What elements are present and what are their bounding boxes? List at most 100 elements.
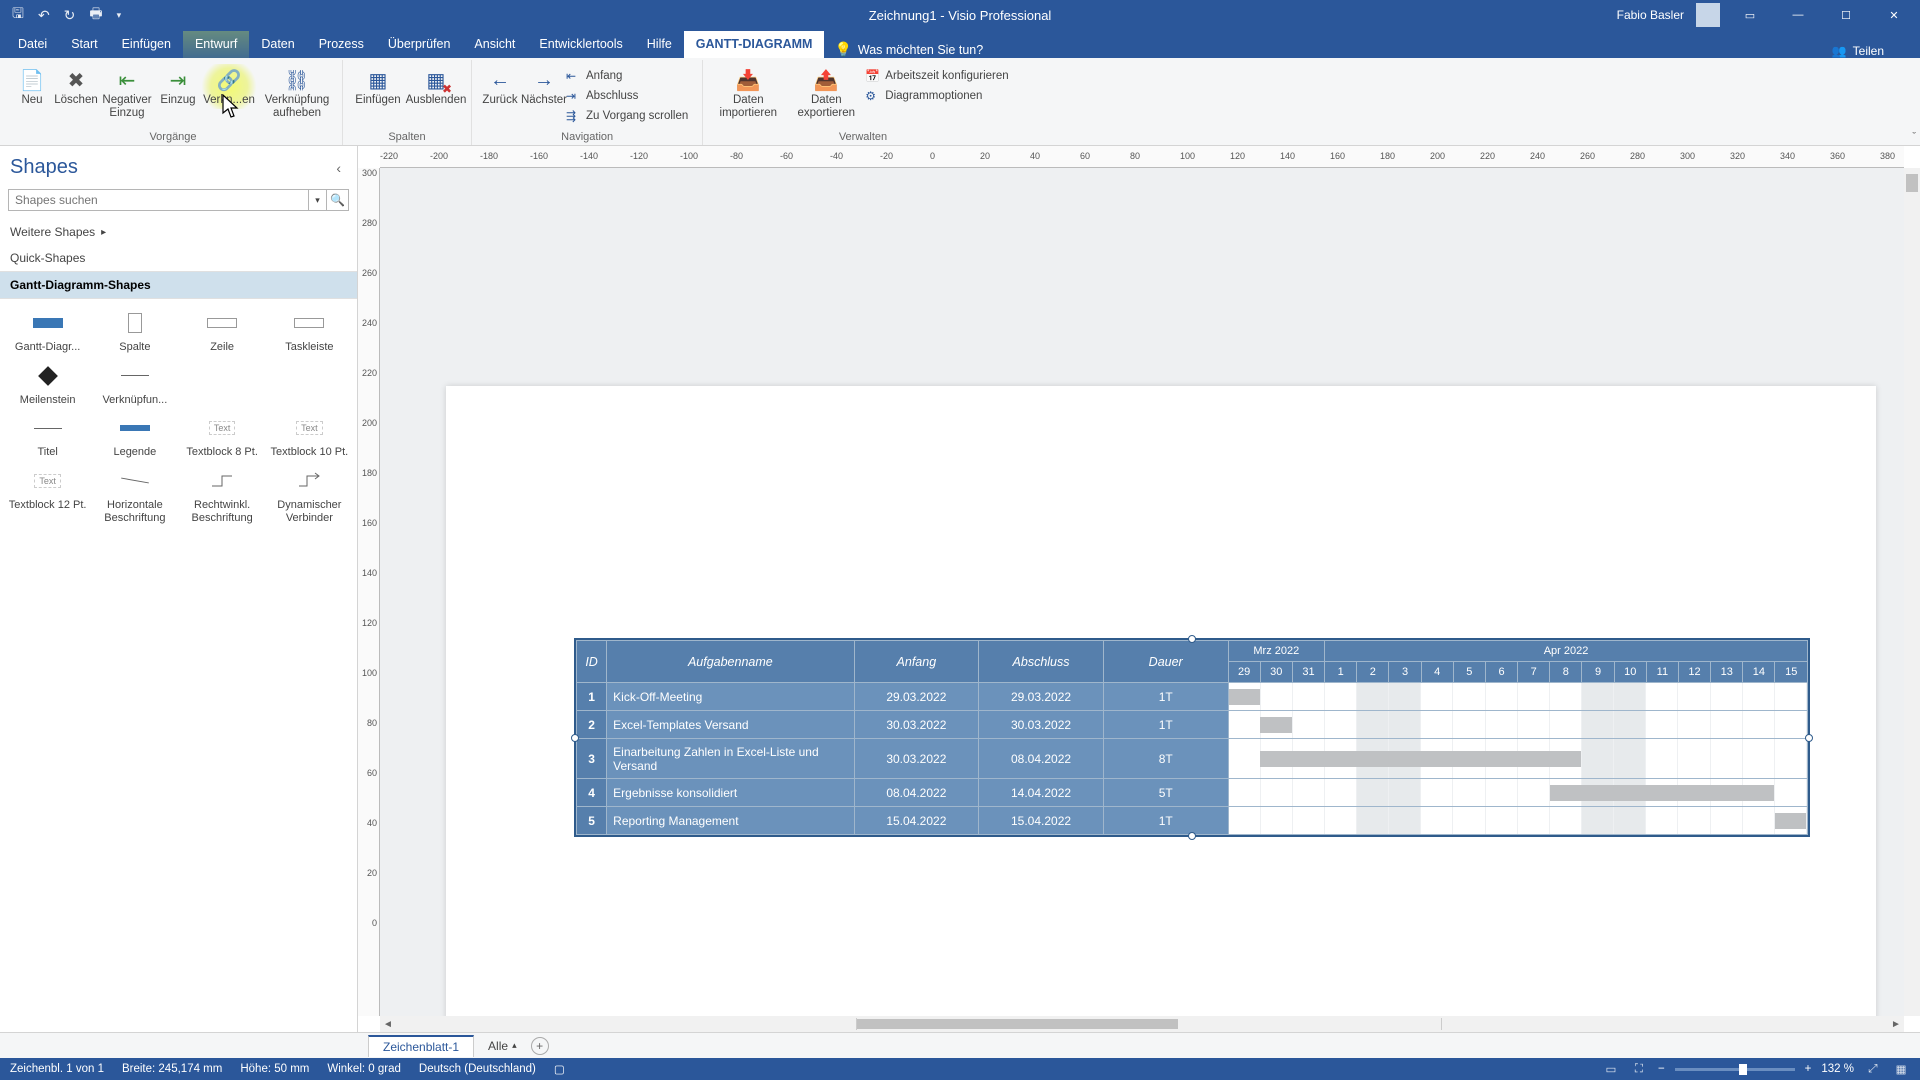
link-tasks-button[interactable]: 🔗Verkn...en xyxy=(200,64,258,109)
shape-textblock-10[interactable]: TextTextblock 10 Pt. xyxy=(266,414,353,459)
gantt-cell-id[interactable]: 5 xyxy=(577,807,607,835)
export-data-button[interactable]: 📤Daten exportieren xyxy=(787,64,865,122)
collapse-shapes-panel-icon[interactable]: ‹ xyxy=(336,160,341,176)
search-go-icon[interactable]: 🔍 xyxy=(327,189,349,211)
add-page-icon[interactable]: + xyxy=(531,1037,549,1055)
share-button[interactable]: 👥 Teilen xyxy=(1816,44,1900,58)
gantt-cell-id[interactable]: 2 xyxy=(577,711,607,739)
macro-recorder-icon[interactable]: ▢ xyxy=(554,1062,565,1076)
shape-row[interactable]: Zeile xyxy=(179,309,266,354)
shape-column[interactable]: Spalte xyxy=(91,309,178,354)
scroll-left-icon[interactable]: ◄ xyxy=(380,1019,396,1030)
presentation-mode-icon[interactable]: ▭ xyxy=(1602,1060,1620,1078)
shapes-search-input[interactable] xyxy=(8,189,309,211)
qat-customize-icon[interactable]: ▾ xyxy=(117,10,122,21)
table-row[interactable]: 1Kick-Off-Meeting29.03.202229.03.20221T xyxy=(577,683,1808,711)
gantt-bar[interactable] xyxy=(1260,717,1292,733)
gantt-cell-end[interactable]: 14.04.2022 xyxy=(979,779,1104,807)
gantt-timeline-cell[interactable] xyxy=(1228,683,1807,711)
gantt-cell-start[interactable]: 29.03.2022 xyxy=(854,683,979,711)
zoom-slider[interactable] xyxy=(1675,1068,1795,1071)
gantt-cell-duration[interactable]: 1T xyxy=(1103,711,1228,739)
tab-einfuegen[interactable]: Einfügen xyxy=(110,31,183,58)
outdent-button[interactable]: ⇤Negativer Einzug xyxy=(98,64,156,122)
selection-handle-bottom[interactable] xyxy=(1188,832,1196,840)
chart-options-button[interactable]: ⚙Diagrammoptionen xyxy=(865,86,1016,106)
working-time-button[interactable]: 📅Arbeitszeit konfigurieren xyxy=(865,66,1016,86)
gantt-cell-name[interactable]: Excel-Templates Versand xyxy=(607,711,854,739)
gantt-cell-duration[interactable]: 5T xyxy=(1103,779,1228,807)
tab-prozess[interactable]: Prozess xyxy=(307,31,376,58)
shape-right-angle-callout[interactable]: Rechtwinkl. Beschriftung xyxy=(179,467,266,524)
gantt-cell-end[interactable]: 29.03.2022 xyxy=(979,683,1104,711)
gantt-bar[interactable] xyxy=(1260,751,1581,767)
vertical-scrollbar-thumb[interactable] xyxy=(1906,174,1918,192)
ribbon-display-options-icon[interactable]: ▭ xyxy=(1732,0,1768,30)
zoom-in-icon[interactable]: + xyxy=(1805,1063,1812,1075)
tell-me-search[interactable]: 💡 Was möchten Sie tun? xyxy=(824,41,993,58)
tab-hilfe[interactable]: Hilfe xyxy=(635,31,684,58)
col-insert-button[interactable]: ▦Einfügen xyxy=(349,64,407,109)
minimize-icon[interactable]: — xyxy=(1780,0,1816,30)
zoom-slider-thumb[interactable] xyxy=(1739,1064,1747,1075)
zoom-level[interactable]: 132 % xyxy=(1821,1063,1854,1075)
close-icon[interactable]: ✕ xyxy=(1876,0,1912,30)
nav-back-button[interactable]: ←Zurück xyxy=(478,64,522,109)
gantt-cell-name[interactable]: Ergebnisse konsolidiert xyxy=(607,779,854,807)
more-shapes-link[interactable]: Weitere Shapes▸ xyxy=(0,219,357,245)
gantt-cell-end[interactable]: 15.04.2022 xyxy=(979,807,1104,835)
pan-zoom-window-icon[interactable]: ▦ xyxy=(1892,1060,1910,1078)
shape-gantt-frame[interactable]: Gantt-Diagr... xyxy=(4,309,91,354)
gantt-cell-name[interactable]: Reporting Management xyxy=(607,807,854,835)
horizontal-scrollbar-thumb[interactable] xyxy=(857,1019,1178,1029)
shape-horiz-callout[interactable]: Horizontale Beschriftung xyxy=(91,467,178,524)
fit-window-icon[interactable]: ⤢ xyxy=(1864,1060,1882,1078)
gantt-cell-start[interactable]: 30.03.2022 xyxy=(854,739,979,779)
col-header-abschluss[interactable]: Abschluss xyxy=(979,641,1104,683)
selection-handle-right[interactable] xyxy=(1805,734,1813,742)
shape-legend[interactable]: Legende xyxy=(91,414,178,459)
nav-scroll-to-task-button[interactable]: ⇶Zu Vorgang scrollen xyxy=(566,106,696,126)
indent-button[interactable]: ⇥Einzug xyxy=(156,64,200,109)
nav-next-button[interactable]: →Nächster xyxy=(522,64,566,109)
redo-icon[interactable]: ↻ xyxy=(64,7,76,24)
shape-textblock-8[interactable]: TextTextblock 8 Pt. xyxy=(179,414,266,459)
avatar[interactable] xyxy=(1696,3,1720,27)
selection-handle-top[interactable] xyxy=(1188,635,1196,643)
vertical-scrollbar[interactable] xyxy=(1904,168,1920,1016)
task-new-button[interactable]: 📄Neu xyxy=(10,64,54,109)
shape-title[interactable]: Titel xyxy=(4,414,91,459)
maximize-icon[interactable]: ☐ xyxy=(1828,0,1864,30)
nav-end-button[interactable]: ⇥Abschluss xyxy=(566,86,696,106)
gantt-cell-id[interactable]: 3 xyxy=(577,739,607,779)
gantt-timeline-cell[interactable] xyxy=(1228,711,1807,739)
gantt-cell-end[interactable]: 08.04.2022 xyxy=(979,739,1104,779)
col-header-id[interactable]: ID xyxy=(577,641,607,683)
shape-dynamic-connector[interactable]: Dynamischer Verbinder xyxy=(266,467,353,524)
tab-start[interactable]: Start xyxy=(59,31,109,58)
gantt-timeline-cell[interactable] xyxy=(1228,779,1807,807)
shape-link-line[interactable]: Verknüpfun... xyxy=(91,362,178,407)
selection-handle-left[interactable] xyxy=(571,734,579,742)
gantt-bar[interactable] xyxy=(1775,813,1807,829)
tab-gantt-diagramm[interactable]: GANTT-DIAGRAMM xyxy=(684,31,825,58)
nav-start-button[interactable]: ⇤Anfang xyxy=(566,66,696,86)
all-pages-button[interactable]: Alle▴ xyxy=(478,1036,527,1056)
collapse-ribbon-icon[interactable]: ˇ xyxy=(1912,131,1916,143)
tab-ansicht[interactable]: Ansicht xyxy=(462,31,527,58)
scroll-right-icon[interactable]: ► xyxy=(1888,1019,1904,1030)
gantt-cell-start[interactable]: 08.04.2022 xyxy=(854,779,979,807)
zoom-out-icon[interactable]: − xyxy=(1658,1063,1665,1075)
col-header-name[interactable]: Aufgabenname xyxy=(607,641,854,683)
search-dropdown-icon[interactable]: ▾ xyxy=(309,189,327,211)
gantt-cell-duration[interactable]: 1T xyxy=(1103,807,1228,835)
tab-daten[interactable]: Daten xyxy=(249,31,306,58)
horizontal-scrollbar[interactable]: ◄ ► xyxy=(380,1016,1904,1032)
col-header-dauer[interactable]: Dauer xyxy=(1103,641,1228,683)
unlink-tasks-button[interactable]: ⛓Verknüpfung aufheben xyxy=(258,64,336,122)
shape-taskbar[interactable]: Taskleiste xyxy=(266,309,353,354)
sheet-tab-1[interactable]: Zeichenblatt-1 xyxy=(368,1035,474,1057)
table-row[interactable]: 3Einarbeitung Zahlen in Excel-Liste und … xyxy=(577,739,1808,779)
gantt-chart-frame[interactable]: ID Aufgabenname Anfang Abschluss Dauer M… xyxy=(574,638,1810,837)
gantt-bar[interactable] xyxy=(1229,689,1261,705)
